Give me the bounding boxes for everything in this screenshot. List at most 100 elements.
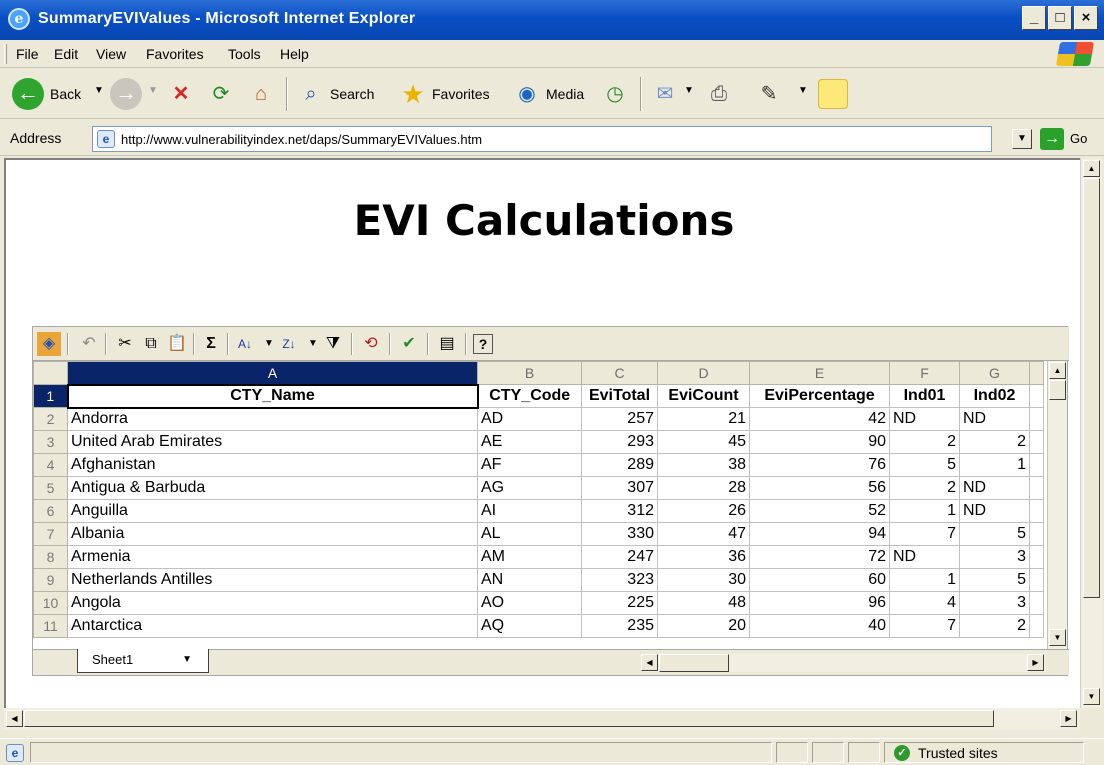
table-cell[interactable]: 5	[889, 453, 960, 477]
table-cell[interactable]: 3	[959, 591, 1030, 615]
table-cell[interactable]: 235	[581, 614, 658, 638]
table-cell-partial[interactable]	[1029, 591, 1044, 615]
row-header[interactable]: 11	[33, 614, 68, 638]
table-cell[interactable]: ND	[959, 407, 1030, 431]
table-cell[interactable]: 21	[657, 407, 750, 431]
table-cell[interactable]: 90	[749, 430, 890, 454]
page-scroll-up-button[interactable]: ▲	[1083, 160, 1100, 177]
edit-icon[interactable]: ✎	[754, 79, 784, 109]
header-cell-ind02[interactable]: Ind02	[959, 384, 1030, 408]
table-cell[interactable]: 47	[657, 522, 750, 546]
table-cell[interactable]: 38	[657, 453, 750, 477]
address-dropdown-icon[interactable]: ▼	[1012, 129, 1032, 149]
table-cell[interactable]: 7	[889, 614, 960, 638]
table-cell[interactable]: 94	[749, 522, 890, 546]
table-cell[interactable]: 289	[581, 453, 658, 477]
column-header-b[interactable]: B	[477, 361, 582, 385]
table-cell[interactable]: 56	[749, 476, 890, 500]
sort-ascending-icon[interactable]: A↓	[233, 332, 257, 356]
table-cell[interactable]: 76	[749, 453, 890, 477]
table-cell[interactable]: 45	[657, 430, 750, 454]
table-cell[interactable]: Albania	[67, 522, 478, 546]
column-header-f[interactable]: F	[889, 361, 960, 385]
row-header[interactable]: 7	[33, 522, 68, 546]
table-cell[interactable]: 7	[889, 522, 960, 546]
page-horizontal-thumb[interactable]	[24, 710, 994, 727]
table-cell[interactable]: AG	[477, 476, 582, 500]
close-button[interactable]: ×	[1074, 6, 1098, 30]
stop-icon[interactable]: ✕	[166, 79, 196, 109]
row-header[interactable]: 2	[33, 407, 68, 431]
table-cell[interactable]: 26	[657, 499, 750, 523]
table-cell[interactable]: AE	[477, 430, 582, 454]
table-cell[interactable]: AI	[477, 499, 582, 523]
back-arrow-icon[interactable]: ←	[12, 78, 44, 110]
table-row[interactable]: 11 Antarctica AQ 235 20 40 7 2	[33, 614, 1044, 638]
mail-icon[interactable]: ✉	[650, 79, 680, 109]
go-button-label[interactable]: Go	[1070, 131, 1087, 146]
table-cell-partial[interactable]	[1029, 430, 1044, 454]
history-icon[interactable]: ◷	[600, 79, 630, 109]
table-cell[interactable]: 1	[889, 568, 960, 592]
table-cell[interactable]: 40	[749, 614, 890, 638]
office-logo-icon[interactable]: ◈	[37, 332, 61, 356]
table-cell[interactable]: 2	[959, 614, 1030, 638]
table-cell[interactable]: 42	[749, 407, 890, 431]
table-cell[interactable]: 5	[959, 522, 1030, 546]
row-header[interactable]: 9	[33, 568, 68, 592]
table-cell-partial[interactable]	[1029, 499, 1044, 523]
table-cell[interactable]: Angola	[67, 591, 478, 615]
header-cell-evi-count[interactable]: EviCount	[657, 384, 750, 408]
row-header-1[interactable]: 1	[33, 384, 68, 408]
undo-icon[interactable]: ↶	[77, 332, 101, 356]
table-row[interactable]: 8 Armenia AM 247 36 72 ND 3	[33, 545, 1044, 569]
column-header-partial[interactable]	[1029, 361, 1044, 385]
table-cell[interactable]: ND	[959, 499, 1030, 523]
mail-dropdown-icon[interactable]: ▼	[684, 85, 694, 96]
autofilter-icon[interactable]: ⧩	[321, 332, 345, 356]
row-header[interactable]: 10	[33, 591, 68, 615]
table-cell[interactable]: Afghanistan	[67, 453, 478, 477]
table-cell[interactable]: AO	[477, 591, 582, 615]
table-cell[interactable]: 60	[749, 568, 890, 592]
page-scroll-right-button[interactable]: ▶	[1060, 710, 1077, 727]
table-cell[interactable]: 52	[749, 499, 890, 523]
cut-icon[interactable]: ✂	[113, 332, 137, 356]
table-cell[interactable]: 323	[581, 568, 658, 592]
menu-tools[interactable]: Tools	[228, 46, 261, 62]
table-cell[interactable]: AM	[477, 545, 582, 569]
table-cell[interactable]: Andorra	[67, 407, 478, 431]
address-input[interactable]: e http://www.vulnerabilityindex.net/daps…	[92, 126, 992, 152]
table-cell[interactable]: AD	[477, 407, 582, 431]
sheet-tab-dropdown-icon[interactable]: ▼	[182, 649, 192, 671]
table-cell[interactable]: 312	[581, 499, 658, 523]
paste-icon[interactable]: 📋	[165, 332, 189, 356]
table-cell[interactable]: ND	[959, 476, 1030, 500]
column-header-d[interactable]: D	[657, 361, 750, 385]
autosum-icon[interactable]: Σ	[199, 332, 223, 356]
table-cell[interactable]: 96	[749, 591, 890, 615]
table-row[interactable]: 6 Anguilla AI 312 26 52 1 ND	[33, 499, 1044, 523]
table-cell-partial[interactable]	[1029, 453, 1044, 477]
table-cell[interactable]: 2	[889, 430, 960, 454]
spreadsheet-horizontal-scrollbar[interactable]: ◀ ▶	[641, 654, 1046, 672]
back-dropdown-icon[interactable]: ▼	[94, 85, 104, 96]
scroll-up-button[interactable]: ▲	[1049, 362, 1066, 379]
refresh-data-icon[interactable]: ⟲	[359, 332, 383, 356]
table-cell[interactable]: Antarctica	[67, 614, 478, 638]
table-cell-partial[interactable]	[1029, 407, 1044, 431]
page-scroll-down-button[interactable]: ▼	[1083, 688, 1100, 705]
row-header[interactable]: 3	[33, 430, 68, 454]
messenger-note-icon[interactable]	[818, 79, 848, 109]
edit-dropdown-icon[interactable]: ▼	[798, 85, 808, 96]
table-cell[interactable]: 36	[657, 545, 750, 569]
table-cell[interactable]: 247	[581, 545, 658, 569]
table-row[interactable]: 3 United Arab Emirates AE 293 45 90 2 2	[33, 430, 1044, 454]
scroll-right-button[interactable]: ▶	[1027, 654, 1044, 671]
table-cell[interactable]: 307	[581, 476, 658, 500]
column-header-g[interactable]: G	[959, 361, 1030, 385]
export-to-excel-icon[interactable]: ✔	[397, 332, 421, 356]
table-cell[interactable]: 48	[657, 591, 750, 615]
table-cell[interactable]: AN	[477, 568, 582, 592]
menu-help[interactable]: Help	[280, 46, 309, 62]
